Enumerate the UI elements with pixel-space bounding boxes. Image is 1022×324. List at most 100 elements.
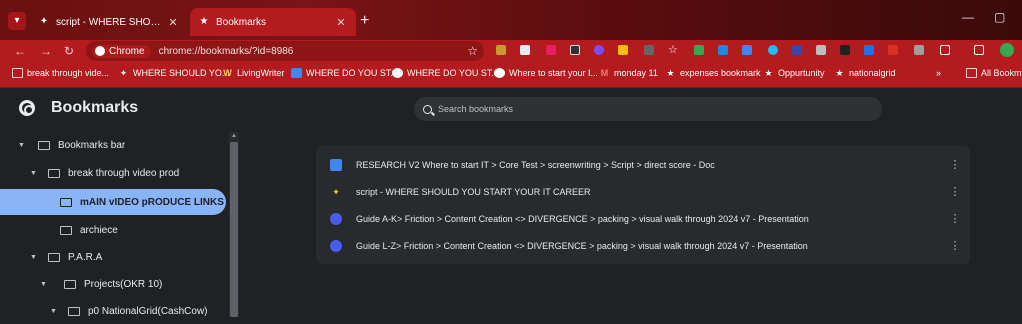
- bookmark-label: WHERE DO YOU ST...: [306, 68, 398, 78]
- tree-item-break-through[interactable]: ▼ break through video prod: [0, 160, 228, 186]
- list-item[interactable]: RESEARCH V2 Where to start IT > Core Tes…: [316, 151, 970, 178]
- scrollbar-thumb[interactable]: [230, 142, 238, 317]
- extension-icon[interactable]: [888, 45, 898, 55]
- cast-icon[interactable]: [974, 45, 984, 55]
- list-item[interactable]: Guide A-K> Friction > Content Creation <…: [316, 205, 970, 232]
- star-icon: ★: [835, 68, 844, 78]
- puzzle-icon[interactable]: [940, 45, 950, 55]
- forward-button[interactable]: →: [40, 43, 52, 59]
- extension-icon[interactable]: [618, 45, 628, 55]
- search-input[interactable]: Search bookmarks: [414, 97, 882, 121]
- expand-arrow-icon[interactable]: ▼: [30, 170, 42, 177]
- bookmark-item[interactable]: W LivingWriter: [222, 68, 284, 78]
- tab-script[interactable]: ✦ script - WHERE SHOULD YOU S ✕: [30, 8, 188, 36]
- extension-icon[interactable]: [718, 45, 728, 55]
- bookmark-item[interactable]: ★ Oppurtunity: [763, 68, 824, 78]
- bookmark-label: monday 11: [614, 68, 658, 78]
- tab-bookmarks[interactable]: ★ Bookmarks ✕: [190, 8, 356, 36]
- star-icon: ★: [764, 68, 773, 78]
- minimize-icon[interactable]: —: [962, 10, 974, 24]
- wand-icon: ✦: [39, 16, 49, 27]
- tab-title: script - WHERE SHOULD YOU S: [56, 16, 166, 28]
- globe-icon: [392, 68, 403, 78]
- tree-item-p0-nationalgrid[interactable]: ▼ p0 NationalGrid(CashCow): [0, 298, 228, 324]
- bookmark-title: script - WHERE SHOULD YOU START YOUR IT …: [356, 186, 591, 197]
- extension-icon[interactable]: [864, 45, 874, 55]
- back-button[interactable]: ←: [14, 43, 26, 59]
- bookmark-item[interactable]: M monday 11: [599, 68, 658, 78]
- star-icon: ★: [199, 16, 209, 27]
- bookmark-item[interactable]: ✦ WHERE SHOULD YO...: [118, 68, 230, 78]
- close-icon[interactable]: ✕: [166, 16, 180, 29]
- extension-icon[interactable]: [594, 45, 604, 55]
- extension-icon[interactable]: [816, 45, 826, 55]
- more-bookmarks-icon[interactable]: »: [936, 68, 941, 78]
- tree-item-archiece[interactable]: archiece: [0, 217, 228, 243]
- new-tab-button[interactable]: +: [360, 12, 369, 30]
- extension-icon[interactable]: [792, 45, 802, 55]
- tree-label: break through video prod: [68, 167, 180, 179]
- extension-icon[interactable]: [694, 45, 704, 55]
- folder-tree: ▼ Bookmarks bar ▼ break through video pr…: [0, 132, 240, 317]
- all-bookmarks-folder[interactable]: All Bookm: [966, 68, 1022, 78]
- folder-icon: [48, 252, 60, 262]
- more-options-icon[interactable]: ⋮: [940, 185, 970, 198]
- reload-button[interactable]: ↻: [64, 43, 74, 59]
- expand-arrow-icon[interactable]: ▼: [40, 281, 52, 288]
- folder-icon: [48, 168, 60, 178]
- extension-icon[interactable]: [768, 45, 778, 55]
- bookmark-title: Guide A-K> Friction > Content Creation <…: [356, 213, 809, 224]
- doc-icon: [291, 68, 302, 78]
- extension-icon[interactable]: [496, 45, 506, 55]
- close-icon[interactable]: ✕: [334, 16, 348, 29]
- extension-icon[interactable]: [914, 45, 924, 55]
- bookmark-item[interactable]: ★ expenses bookmark: [665, 68, 760, 78]
- extension-icon[interactable]: [840, 45, 850, 55]
- search-placeholder: Search bookmarks: [438, 104, 514, 114]
- folder-icon: [68, 306, 80, 316]
- bookmark-item[interactable]: Where to start your I...: [494, 68, 598, 78]
- bookmark-item[interactable]: WHERE DO YOU ST...: [291, 68, 398, 78]
- extension-icon[interactable]: [570, 45, 580, 55]
- slides-icon: [330, 239, 342, 252]
- bookmark-item[interactable]: WHERE DO YOU ST...: [392, 68, 499, 78]
- more-options-icon[interactable]: ⋮: [940, 158, 970, 171]
- bookmark-label: WHERE DO YOU ST...: [407, 68, 499, 78]
- avatar[interactable]: [1000, 43, 1014, 57]
- folder-icon: [60, 225, 72, 235]
- star-icon[interactable]: ☆: [668, 45, 678, 56]
- bookmark-item[interactable]: break through vide...: [12, 68, 109, 78]
- tab-title: Bookmarks: [216, 16, 267, 28]
- more-options-icon[interactable]: ⋮: [940, 239, 970, 252]
- tab-strip: ▾ ✦ script - WHERE SHOULD YOU S ✕ ★ Book…: [0, 0, 1022, 40]
- address-bar[interactable]: Chrome chrome://bookmarks/?id=8986 ☆: [86, 41, 484, 61]
- star-icon: ★: [666, 68, 675, 78]
- tree-item-bookmarks-bar[interactable]: ▼ Bookmarks bar: [0, 132, 228, 158]
- expand-arrow-icon[interactable]: ▼: [18, 142, 30, 149]
- extension-icon[interactable]: [644, 45, 654, 55]
- tree-item-projects[interactable]: ▼ Projects(OKR 10): [0, 271, 228, 297]
- bookmark-item[interactable]: ★ nationalgrid: [834, 68, 895, 78]
- url-text: chrome://bookmarks/?id=8986: [158, 45, 294, 57]
- scroll-up-icon[interactable]: ▲: [231, 133, 237, 139]
- maximize-icon[interactable]: ▢: [994, 10, 1005, 24]
- tree-label: Bookmarks bar: [58, 139, 126, 151]
- tree-item-para[interactable]: ▼ P.A.R.A: [0, 244, 228, 270]
- site-info-chip[interactable]: Chrome: [92, 44, 151, 58]
- expand-arrow-icon[interactable]: ▼: [50, 308, 62, 315]
- extension-icon[interactable]: [742, 45, 752, 55]
- extension-icon[interactable]: [520, 45, 530, 55]
- more-options-icon[interactable]: ⋮: [940, 212, 970, 225]
- bookmark-label: Where to start your I...: [509, 68, 599, 78]
- m-icon: M: [600, 68, 609, 78]
- tree-label: archiece: [80, 224, 118, 236]
- bookmark-star-icon[interactable]: ☆: [467, 44, 478, 58]
- list-item[interactable]: ✦ script - WHERE SHOULD YOU START YOUR I…: [316, 178, 970, 205]
- extension-icon[interactable]: [546, 45, 556, 55]
- sidebar-scrollbar[interactable]: ▲: [229, 132, 239, 317]
- tab-search-button[interactable]: ▾: [8, 12, 26, 30]
- list-item[interactable]: Guide L-Z> Friction > Content Creation <…: [316, 232, 970, 259]
- tree-item-main-video-produce[interactable]: mAIN vIDEO pRODUCE LINKS: [0, 189, 226, 215]
- expand-arrow-icon[interactable]: ▼: [30, 254, 42, 261]
- tree-label: mAIN vIDEO pRODUCE LINKS: [80, 196, 224, 208]
